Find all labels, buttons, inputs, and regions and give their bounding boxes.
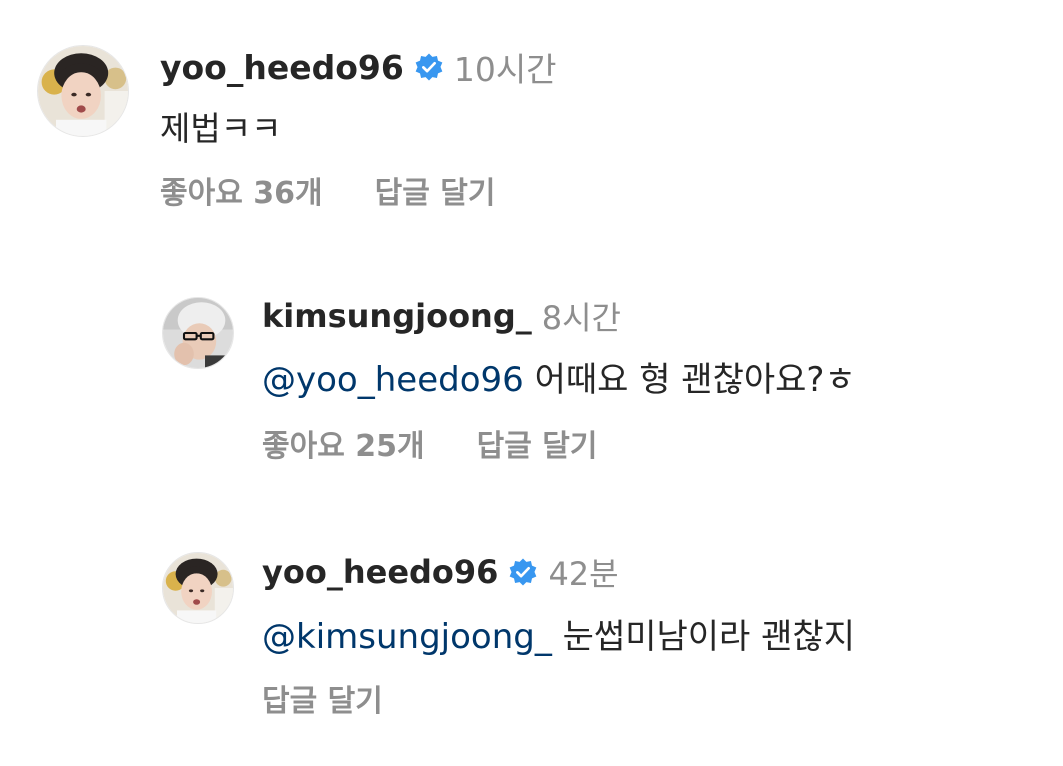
verified-badge-icon xyxy=(414,52,444,82)
comment-actions: 좋아요 36개 답글 달기 xyxy=(160,168,495,212)
verified-badge-icon xyxy=(508,557,538,587)
comment-body: 어때요 형 괜찮아요?ㅎ xyxy=(523,360,856,400)
profile-photo-icon xyxy=(163,298,233,368)
timestamp: 10시간 xyxy=(453,50,557,89)
reply-button[interactable]: 답글 달기 xyxy=(477,421,598,465)
reply-button[interactable]: 답글 달기 xyxy=(375,168,496,212)
comment-text: 제법ㅋㅋ xyxy=(160,102,281,150)
username[interactable]: kimsungjoong_ xyxy=(262,297,532,335)
likes-count-link[interactable]: 좋아요 25개 xyxy=(262,421,425,465)
user-avatar[interactable] xyxy=(162,552,234,624)
comment-text: @yoo_heedo96 어때요 형 괜찮아요?ㅎ xyxy=(262,352,856,401)
user-avatar[interactable] xyxy=(162,297,234,369)
profile-photo-icon xyxy=(163,553,233,623)
comment-actions: 좋아요 25개 답글 달기 xyxy=(262,421,597,465)
comment-body: 눈썹미남이라 괜찮지 xyxy=(551,617,855,657)
comment-actions: 답글 달기 xyxy=(262,676,383,720)
profile-photo-icon xyxy=(38,46,128,136)
timestamp: 8시간 xyxy=(541,299,621,337)
comment-text: @kimsungjoong_ 눈썹미남이라 괜찮지 xyxy=(262,609,855,658)
likes-count-link[interactable]: 좋아요 36개 xyxy=(160,168,323,212)
mention-link[interactable]: @kimsungjoong_ xyxy=(262,617,552,657)
timestamp: 42분 xyxy=(548,555,619,593)
username[interactable]: yoo_heedo96 xyxy=(262,553,498,591)
comment-header: kimsungjoong_ 8시간 xyxy=(262,293,621,339)
comment-header: yoo_heedo96 42분 xyxy=(262,549,619,595)
comment-header: yoo_heedo96 10시간 xyxy=(160,44,557,90)
mention-link[interactable]: @yoo_heedo96 xyxy=(262,360,524,400)
user-avatar[interactable] xyxy=(37,45,129,137)
username[interactable]: yoo_heedo96 xyxy=(160,48,404,87)
reply-button[interactable]: 답글 달기 xyxy=(262,676,383,720)
comment-body: 제법ㅋㅋ xyxy=(160,109,282,148)
